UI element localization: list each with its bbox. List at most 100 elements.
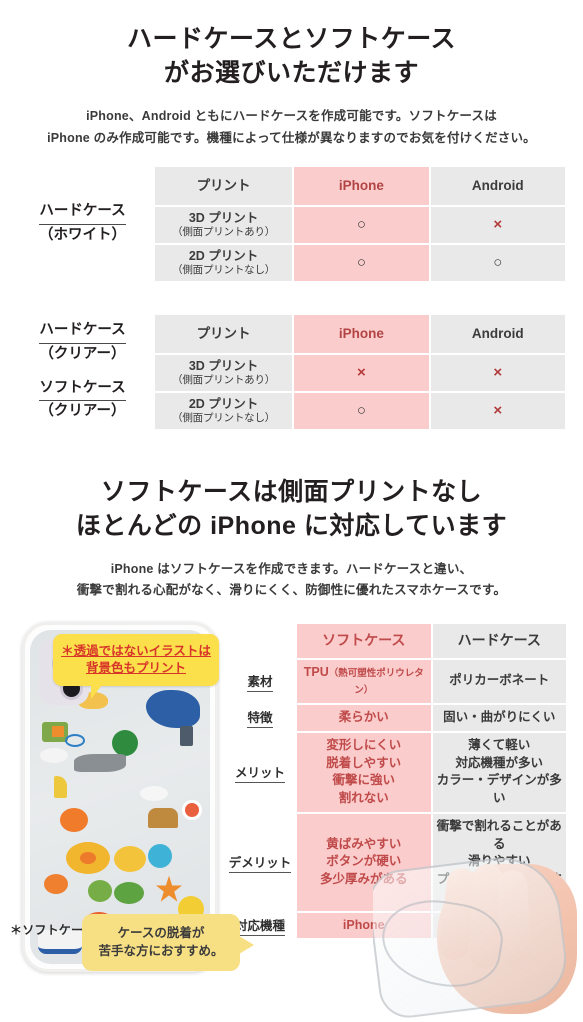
print-type-3d: 3D プリント — [188, 358, 259, 373]
comparison-row-label-merit: メリット — [225, 732, 295, 812]
label-hard-case-white: ハードケース （ホワイト） — [39, 201, 126, 247]
comparison-cell-hard-merit: 薄くて軽い 対応機種が多い カラー・デザインが多い — [432, 732, 566, 812]
comparison-header-hard-case: ハードケース — [432, 623, 566, 658]
label-hard-case-clear: ハードケース （クリアー） — [39, 320, 126, 366]
label-hard-case-clear-name: ハードケース — [39, 320, 126, 344]
comparison-cell-hard-feature: 固い・曲がりにくい — [432, 705, 566, 731]
compatibility-table-clear: ハードケース （クリアー） ソフトケース （クリアー） プリント iPhone … — [10, 314, 565, 429]
sticker-egg-yolk — [80, 851, 96, 864]
circle-icon: ○ — [356, 254, 366, 272]
sticker-life-ring — [182, 799, 202, 820]
comparison-corner-blank — [225, 623, 295, 658]
sticker-sailboat — [54, 775, 67, 798]
print-type-3d-note: （側面プリントあり） — [172, 374, 276, 387]
page-title: ハードケースとソフトケース がお選びいただけます — [0, 22, 583, 90]
circle-icon: ○ — [356, 402, 366, 420]
soft-merit-item: 割れない — [338, 791, 389, 806]
print-type-2d-note: （側面プリントなし） — [172, 411, 276, 424]
sticker-ring-blue — [148, 843, 172, 868]
recommend-note-line-1: ケースの脱着が — [117, 925, 205, 940]
comparison-row-label-feature-text: 特徴 — [247, 707, 273, 729]
soft-material-name: TPU（熱可塑性ポリウレタン） — [303, 664, 424, 697]
soft-feature-item: 柔らかい — [338, 710, 389, 725]
sticker-cloud — [40, 747, 68, 763]
soft-merit-item: 脱着しやすい — [326, 755, 402, 770]
soft-case-section: ソフトケースは側面プリントなし ほとんどの iPhone に対応しています iP… — [0, 475, 583, 602]
column-header-iphone: iPhone — [294, 167, 429, 205]
cell-3d-iphone: ○ — [294, 207, 429, 243]
circle-icon: ○ — [493, 254, 503, 272]
circle-icon: ○ — [356, 216, 366, 234]
page-title-line-1: ハードケースとソフトケース — [126, 25, 456, 53]
print-type-3d-note: （側面プリントあり） — [172, 226, 276, 239]
sticker-cloud — [140, 785, 168, 801]
label-soft-case-clear-sub: （クリアー） — [39, 403, 126, 420]
soft-merit-item: 衝撃に強い — [332, 773, 395, 788]
hard-demerit-item: 衝撃で割れることがある — [436, 818, 562, 851]
label-soft-case-clear: ソフトケース （クリアー） — [39, 378, 126, 424]
comparison-cell-hard-material: ポリカーボネート — [432, 659, 566, 704]
column-header-print: プリント — [155, 314, 293, 353]
comparison-cell-soft-merit: 変形しにくい 脱着しやすい 衝撃に強い 割れない — [297, 732, 431, 812]
comparison-row-label-material-text: 素材 — [247, 671, 273, 692]
cross-icon: × — [493, 364, 503, 382]
cell-2d-android: ○ — [430, 244, 565, 281]
cell-2d-android: × — [430, 392, 565, 429]
sticker-octopus — [60, 807, 88, 832]
hard-merit-item: 薄くて軽い — [468, 737, 531, 752]
print-note-line-1: ＊透過ではないイラストは — [61, 643, 211, 658]
comparison-row-label-demerit-text: デメリット — [228, 852, 292, 873]
label-soft-case-clear-name: ソフトケース — [39, 378, 126, 402]
table-row-label-group: ハードケース （ホワイト） — [10, 167, 155, 281]
print-type-3d: 3D プリント — [188, 211, 259, 225]
table-row: 2D プリント （側面プリントなし） — [155, 244, 293, 281]
intro-paragraph-line-1: iPhone、Android ともにハードケースを作成可能です。ソフトケースは — [86, 109, 497, 123]
comparison-row-label-material: 素材 — [225, 659, 295, 704]
soft-case-paragraph: iPhone はソフトケースを作成できます。ハードケースと違い、 衝撃で割れる心… — [0, 559, 583, 602]
print-type-2d: 2D プリント — [188, 396, 259, 411]
flexible-soft-case-photo — [373, 853, 583, 1022]
hard-feature-item: 固い・曲がりにくい — [443, 710, 556, 725]
lower-composition: ＊透過ではないイラストは 背景色もプリント ソフトケース ハードケース 素材 T… — [0, 621, 583, 1022]
sticker-whale — [146, 689, 200, 728]
compatibility-grid: プリント iPhone Android 3D プリント （側面プリントあり） ×… — [155, 314, 565, 429]
sticker-fish — [74, 753, 126, 772]
table-row: 2D プリント （側面プリントなし） — [155, 392, 293, 429]
print-type-2d: 2D プリント — [188, 248, 259, 263]
cross-icon: × — [356, 364, 366, 382]
cross-icon: × — [493, 216, 503, 234]
sticker-tree — [88, 879, 112, 902]
hard-material-name: ポリカーボネート — [449, 673, 550, 688]
soft-demerit-item: 黄ばみやすい — [326, 836, 402, 851]
comparison-row-label-feature: 特徴 — [225, 705, 295, 731]
cell-2d-iphone: ○ — [294, 244, 429, 281]
tpu-case-fold — [375, 891, 508, 994]
label-hard-case-white-sub: （ホワイト） — [39, 226, 126, 243]
column-header-android: Android — [430, 314, 565, 353]
label-hard-case-white-name: ハードケース — [39, 201, 126, 225]
cell-3d-iphone: × — [294, 354, 429, 391]
cell-3d-android: × — [430, 354, 565, 391]
hard-soft-intro-section: ハードケースとソフトケース がお選びいただけます iPhone、Android … — [0, 0, 583, 149]
sticker-anchor — [180, 725, 193, 746]
compatibility-grid: プリント iPhone Android 3D プリント （側面プリントあり） ○… — [155, 167, 565, 281]
print-type-2d-note: （側面プリントなし） — [172, 264, 276, 277]
table-row-label-group: ハードケース （クリアー） ソフトケース （クリアー） — [10, 315, 155, 429]
sticker-suitcase-tag — [52, 725, 64, 737]
print-background-note-bubble: ＊透過ではないイラストは 背景色もプリント — [53, 633, 219, 699]
print-note-line-2: 背景色もプリント — [85, 661, 186, 676]
column-header-print: プリント — [155, 167, 293, 205]
comparison-row-label-merit-text: メリット — [234, 762, 285, 783]
hard-merit-item: 対応機種が多い — [455, 755, 543, 770]
sticker-watermelon — [112, 729, 138, 756]
label-hard-case-clear-sub: （クリアー） — [39, 345, 126, 362]
comparison-header-soft-case: ソフトケース — [297, 623, 431, 658]
intro-paragraph: iPhone、Android ともにハードケースを作成可能です。ソフトケースは … — [0, 106, 583, 149]
compatibility-table-hard-white: ハードケース （ホワイト） プリント iPhone Android 3D プリン… — [10, 167, 565, 281]
column-header-android: Android — [430, 167, 565, 205]
comparison-row-label-devices-text: 対応機種 — [234, 915, 285, 936]
column-header-iphone: iPhone — [294, 314, 429, 353]
sticker-treasure-chest — [148, 807, 178, 828]
cell-2d-iphone: ○ — [294, 392, 429, 429]
table-row: 3D プリント （側面プリントあり） — [155, 354, 293, 391]
